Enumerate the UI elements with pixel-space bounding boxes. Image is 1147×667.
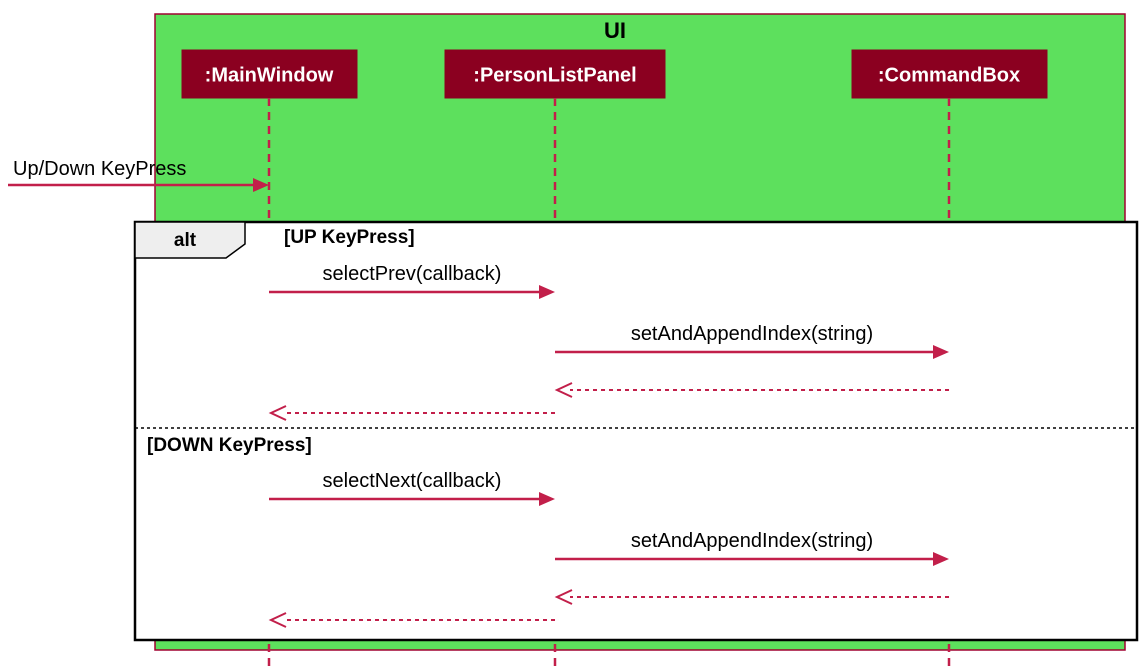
alt-fragment: [135, 222, 1137, 640]
msg-setappend2-label: setAndAppendIndex(string): [631, 530, 873, 552]
msg-selectnext-label: selectNext(callback): [323, 470, 502, 492]
msg-selectprev-label: selectPrev(callback): [323, 263, 502, 285]
guard-up: [UP KeyPress]: [284, 227, 415, 248]
ui-frame-title: UI: [604, 18, 626, 43]
lifeline-label-commandbox: :CommandBox: [878, 64, 1020, 86]
alt-label-text: alt: [174, 230, 197, 251]
guard-down: [DOWN KeyPress]: [147, 435, 312, 456]
lifeline-label-mainwindow: :MainWindow: [205, 64, 334, 86]
lifeline-label-personlistpanel: :PersonListPanel: [473, 64, 636, 86]
msg-setappend1-label: setAndAppendIndex(string): [631, 323, 873, 345]
found-message-label: Up/Down KeyPress: [13, 158, 186, 180]
sequence-diagram: UI :MainWindow :PersonListPanel :Command…: [0, 0, 1147, 667]
